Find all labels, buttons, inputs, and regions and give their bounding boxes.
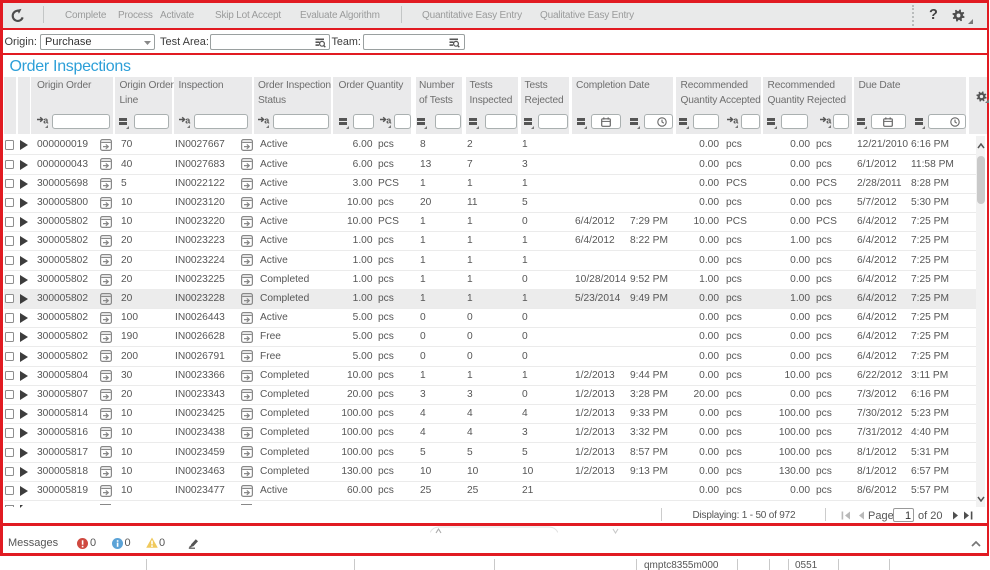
- svg-text:a: a: [386, 116, 392, 125]
- svg-text:a: a: [43, 116, 49, 125]
- svg-text:a: a: [185, 116, 191, 125]
- svg-text:a: a: [826, 116, 832, 125]
- svg-text:a: a: [264, 116, 270, 125]
- svg-text:a: a: [733, 116, 739, 125]
